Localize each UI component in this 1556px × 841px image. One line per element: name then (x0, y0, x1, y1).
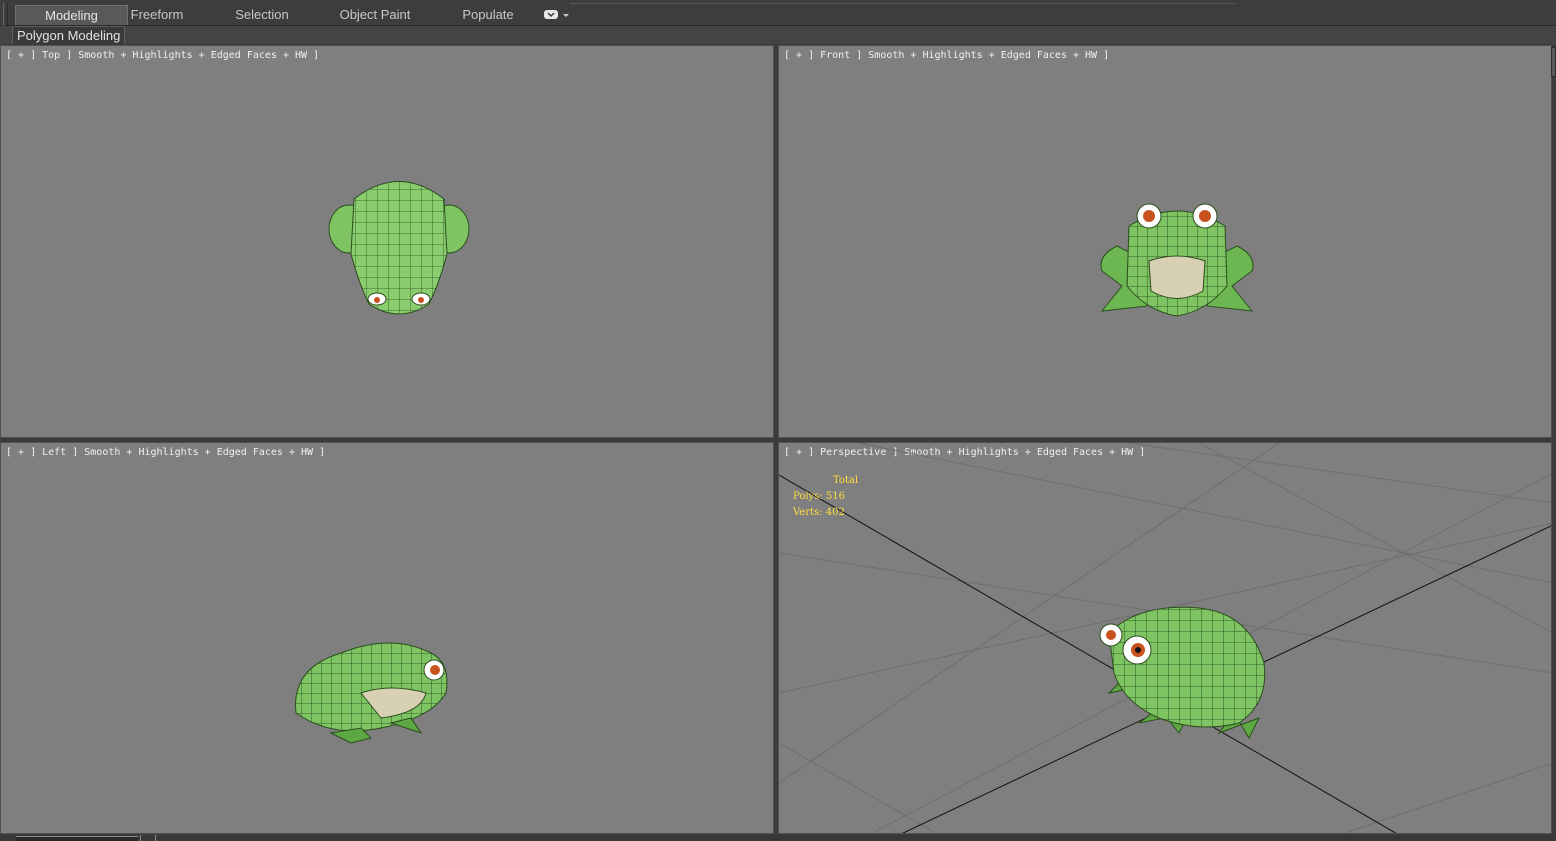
viewport-layout: [ + ] Top ] Smooth + Highlights + Edged … (0, 44, 1556, 836)
stats-title: Total (833, 475, 859, 486)
stats-verts-label: Verts: (793, 507, 823, 518)
tab-modeling[interactable]: Modeling (15, 5, 128, 25)
ribbon-tab-bar: Modeling Freeform Selection Object Paint… (0, 0, 1556, 41)
bottom-divider (155, 835, 156, 841)
viewport-perspective[interactable]: [ + ] Perspective ] Smooth + Highlights … (778, 442, 1552, 834)
time-slider[interactable] (16, 836, 138, 841)
stats-polys-value: 516 (825, 491, 845, 502)
scene-statistics: Total Polys: 516 Verts: 402 (793, 473, 858, 521)
tab-selection[interactable]: Selection (225, 5, 299, 25)
polygon-modeling-panel-button[interactable]: Polygon Modeling (12, 26, 126, 45)
tab-populate[interactable]: Populate (452, 5, 524, 25)
stats-polys-row: Polys: 516 (793, 489, 858, 505)
frog-model-left-view[interactable] (1, 443, 774, 834)
tab-freeform[interactable]: Freeform (118, 5, 196, 25)
ribbon-options-dropdown-icon[interactable] (543, 9, 571, 21)
bottom-status-bar (0, 835, 1556, 841)
frog-model-front-view[interactable] (779, 46, 1552, 438)
tab-object-paint[interactable]: Object Paint (330, 5, 420, 25)
viewport-left[interactable]: [ + ] Left ] Smooth + Highlights + Edged… (0, 442, 774, 834)
viewport-top[interactable]: [ + ] Top ] Smooth + Highlights + Edged … (0, 45, 774, 438)
ribbon-panel-row: Polygon Modeling (0, 26, 1556, 45)
ribbon-top-divider (570, 0, 1235, 4)
frog-model-top-view[interactable] (1, 46, 774, 438)
frog-model-perspective[interactable] (1099, 606, 1266, 740)
stats-verts-value: 402 (825, 507, 845, 518)
right-panel-scrollbar[interactable] (1551, 47, 1556, 77)
stats-verts-row: Verts: 402 (793, 505, 858, 521)
bottom-divider (140, 835, 141, 841)
stats-polys-label: Polys: (793, 491, 823, 502)
perspective-scene[interactable] (779, 443, 1552, 834)
viewport-front[interactable]: [ + ] Front ] Smooth + Highlights + Edge… (778, 45, 1552, 438)
3ds-max-window: Modeling Freeform Selection Object Paint… (0, 0, 1556, 841)
